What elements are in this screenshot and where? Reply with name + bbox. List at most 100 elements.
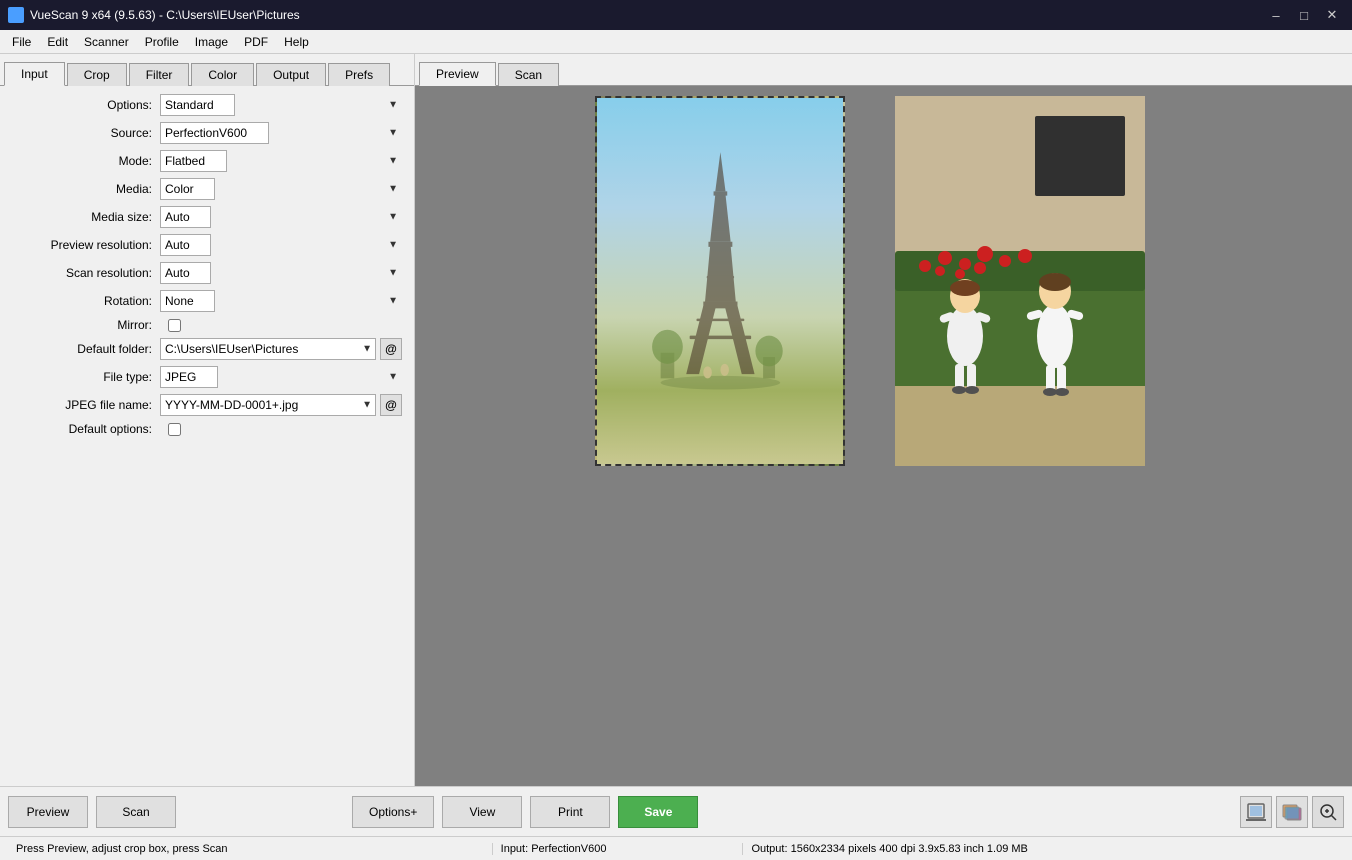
mirror-checkbox[interactable] [168, 319, 181, 332]
menu-edit[interactable]: Edit [39, 33, 76, 51]
preview-res-select-wrapper: Auto ▼ [160, 234, 402, 256]
menu-profile[interactable]: Profile [137, 33, 187, 51]
bottom-toolbar: Preview Scan Options+ View Print Save [0, 786, 1352, 836]
tab-input[interactable]: Input [4, 62, 65, 86]
mirror-row: Mirror: [4, 318, 410, 332]
scan-button[interactable]: Scan [96, 796, 176, 828]
media-size-row: Media size: Auto ▼ [4, 206, 410, 228]
zoom-in-icon [1318, 802, 1338, 822]
default-folder-select[interactable]: C:\Users\IEUser\Pictures [160, 338, 376, 360]
preview-res-row: Preview resolution: Auto ▼ [4, 234, 410, 256]
rotation-select[interactable]: None [160, 290, 215, 312]
menu-image[interactable]: Image [187, 33, 236, 51]
preview-canvas [415, 86, 1352, 786]
file-type-dropdown-icon: ▼ [388, 372, 398, 383]
source-label: Source: [12, 126, 152, 140]
scan-photo-icon-button[interactable] [1240, 796, 1272, 828]
source-dropdown-icon: ▼ [388, 128, 398, 139]
source-select-wrapper: PerfectionV600 ▼ [160, 122, 402, 144]
tab-prefs[interactable]: Prefs [328, 63, 390, 86]
media-label: Media: [12, 182, 152, 196]
folder-row: C:\Users\IEUser\Pictures ▼ @ [160, 338, 402, 360]
mode-select-wrapper: Flatbed ▼ [160, 150, 402, 172]
file-type-row: File type: JPEG ▼ [4, 366, 410, 388]
status-left: Press Preview, adjust crop box, press Sc… [8, 843, 493, 855]
children-svg [895, 96, 1145, 466]
default-options-checkbox[interactable] [168, 423, 181, 436]
preview-button[interactable]: Preview [8, 796, 88, 828]
form-area: Options: Standard ▼ Source: PerfectionV6… [0, 86, 414, 786]
file-type-select-wrapper: JPEG ▼ [160, 366, 402, 388]
preview-res-select[interactable]: Auto [160, 234, 211, 256]
mode-label: Mode: [12, 154, 152, 168]
print-button[interactable]: Print [530, 796, 610, 828]
media-select[interactable]: Color [160, 178, 215, 200]
titlebar: VueScan 9 x64 (9.5.63) - C:\Users\IEUser… [0, 0, 1352, 30]
titlebar-left: VueScan 9 x64 (9.5.63) - C:\Users\IEUser… [8, 7, 300, 23]
options-label: Options: [12, 98, 152, 112]
close-button[interactable]: ✕ [1320, 6, 1344, 24]
tab-filter[interactable]: Filter [129, 63, 190, 86]
file-type-select[interactable]: JPEG [160, 366, 218, 388]
tab-crop[interactable]: Crop [67, 63, 127, 86]
maximize-button[interactable]: □ [1292, 6, 1316, 24]
default-options-label: Default options: [12, 422, 152, 436]
main-content: Input Crop Filter Color Output Prefs Opt… [0, 54, 1352, 786]
scan-res-select[interactable]: Auto [160, 262, 211, 284]
scan-res-select-wrapper: Auto ▼ [160, 262, 402, 284]
folder-at-button[interactable]: @ [380, 338, 402, 360]
tab-output[interactable]: Output [256, 63, 326, 86]
options-plus-button[interactable]: Options+ [352, 796, 434, 828]
status-right: Output: 1560x2334 pixels 400 dpi 3.9x5.8… [743, 843, 1344, 855]
scan-res-dropdown-icon: ▼ [388, 268, 398, 279]
preview-tab-preview[interactable]: Preview [419, 62, 496, 86]
tab-color[interactable]: Color [191, 63, 254, 86]
zoom-in-button[interactable] [1312, 796, 1344, 828]
media-size-dropdown-icon: ▼ [388, 212, 398, 223]
app-icon [8, 7, 24, 23]
media-row: Media: Color ▼ [4, 178, 410, 200]
jpeg-name-row-inner: YYYY-MM-DD-0001+.jpg ▼ @ [160, 394, 402, 416]
source-row: Source: PerfectionV600 ▼ [4, 122, 410, 144]
options-select-wrapper: Standard ▼ [160, 94, 402, 116]
rotation-row: Rotation: None ▼ [4, 290, 410, 312]
options-select[interactable]: Standard [160, 94, 235, 116]
jpeg-name-row: JPEG file name: YYYY-MM-DD-0001+.jpg ▼ @ [4, 394, 410, 416]
jpeg-name-at-button[interactable]: @ [380, 394, 402, 416]
photo-eiffel [595, 96, 845, 466]
toolbar-icons [1240, 796, 1344, 828]
jpeg-name-select[interactable]: YYYY-MM-DD-0001+.jpg [160, 394, 376, 416]
jpeg-name-label: JPEG file name: [12, 398, 152, 412]
tab-bar: Input Crop Filter Color Output Prefs [0, 54, 414, 86]
options-dropdown-icon: ▼ [388, 100, 398, 111]
source-select[interactable]: PerfectionV600 [160, 122, 269, 144]
preview-tab-scan[interactable]: Scan [498, 63, 559, 86]
menu-pdf[interactable]: PDF [236, 33, 276, 51]
save-button[interactable]: Save [618, 796, 698, 828]
menu-help[interactable]: Help [276, 33, 317, 51]
menu-file[interactable]: File [4, 33, 39, 51]
view-button[interactable]: View [442, 796, 522, 828]
color-photo-icon [1282, 802, 1302, 822]
titlebar-controls[interactable]: – □ ✕ [1264, 6, 1344, 24]
rotation-label: Rotation: [12, 294, 152, 308]
media-size-label: Media size: [12, 210, 152, 224]
default-options-row: Default options: [4, 422, 410, 436]
default-folder-row: Default folder: C:\Users\IEUser\Pictures… [4, 338, 410, 360]
options-row: Options: Standard ▼ [4, 94, 410, 116]
media-size-select-wrapper: Auto ▼ [160, 206, 402, 228]
menubar: File Edit Scanner Profile Image PDF Help [0, 30, 1352, 54]
preview-res-dropdown-icon: ▼ [388, 240, 398, 251]
mode-select[interactable]: Flatbed [160, 150, 227, 172]
titlebar-title: VueScan 9 x64 (9.5.63) - C:\Users\IEUser… [30, 8, 300, 22]
jpeg-name-select-wrapper: YYYY-MM-DD-0001+.jpg ▼ [160, 394, 376, 416]
menu-scanner[interactable]: Scanner [76, 33, 137, 51]
right-panel: Preview Scan [415, 54, 1352, 786]
file-type-label: File type: [12, 370, 152, 384]
media-size-select[interactable]: Auto [160, 206, 211, 228]
eiffel-tower-svg [622, 135, 819, 391]
status-middle: Input: PerfectionV600 [493, 843, 744, 855]
color-photo-icon-button[interactable] [1276, 796, 1308, 828]
mode-row: Mode: Flatbed ▼ [4, 150, 410, 172]
minimize-button[interactable]: – [1264, 6, 1288, 24]
